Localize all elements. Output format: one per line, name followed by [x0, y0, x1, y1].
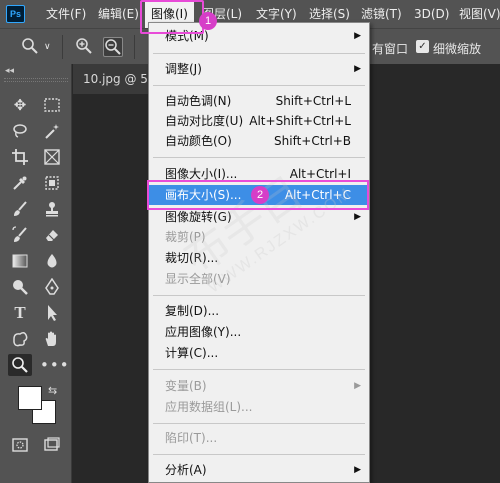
- tools-panel: ◂◂ ✥ T ••• ⇆: [0, 64, 72, 483]
- document-tab[interactable]: 10.jpg @ 5: [73, 64, 153, 94]
- document-tab-title: 10.jpg @ 5: [83, 72, 148, 86]
- menu-item-auto-color[interactable]: 自动颜色(O) Shift+Ctrl+B: [149, 131, 369, 151]
- submenu-arrow-icon: ▶: [354, 381, 361, 391]
- quick-mask-icon[interactable]: [8, 434, 32, 456]
- collapse-panel-icon[interactable]: ◂◂: [5, 66, 14, 76]
- brush-tool-icon[interactable]: [8, 198, 32, 220]
- history-brush-icon[interactable]: [8, 224, 32, 246]
- submenu-arrow-icon: ▶: [354, 465, 361, 475]
- object-selection-icon[interactable]: [40, 172, 64, 194]
- eyedropper-icon[interactable]: [8, 172, 32, 194]
- menu-item-trim[interactable]: 裁切(R)...: [149, 248, 369, 268]
- menu-view[interactable]: 视图(V): [459, 0, 500, 28]
- menu-edit[interactable]: 编辑(E): [98, 0, 139, 28]
- stamp-tool-icon[interactable]: [40, 198, 64, 220]
- zoom-out-icon[interactable]: [103, 37, 123, 57]
- photoshop-logo: Ps: [6, 5, 25, 23]
- zoom-in-icon[interactable]: [74, 37, 94, 57]
- move-tool-icon[interactable]: ✥: [8, 94, 32, 116]
- menu-item-image-size[interactable]: 图像大小(I)... Alt+Ctrl+I: [149, 164, 369, 184]
- hand-tool-icon[interactable]: [40, 328, 64, 350]
- lasso-tool-icon[interactable]: [8, 120, 32, 142]
- more-tools-icon[interactable]: •••: [40, 354, 69, 376]
- gradient-tool-icon[interactable]: [8, 250, 32, 272]
- custom-shape-icon[interactable]: [8, 328, 32, 350]
- resize-windows-label: 有窗口: [372, 42, 409, 56]
- step1-badge: 1: [199, 12, 217, 30]
- tool-preset-chevron-down-icon[interactable]: ∨: [44, 42, 51, 52]
- dodge-tool-icon[interactable]: [8, 276, 32, 298]
- zoom-tool-icon[interactable]: [20, 37, 40, 57]
- screen-mode-icon[interactable]: [40, 434, 64, 456]
- scrubby-zoom-checkbox[interactable]: ✓: [416, 40, 429, 53]
- menu-item-trap: 陷印(T)...: [165, 431, 218, 445]
- blur-tool-icon[interactable]: [40, 250, 64, 272]
- frame-tool-icon[interactable]: [40, 146, 64, 168]
- path-selection-icon[interactable]: [40, 302, 64, 324]
- type-tool-icon[interactable]: T: [8, 302, 32, 324]
- scrubby-zoom-label: 细微缩放: [433, 42, 482, 56]
- marquee-tool-icon[interactable]: [40, 94, 64, 116]
- pen-tool-icon[interactable]: [40, 276, 64, 298]
- zoom-tool-selected-icon[interactable]: [8, 354, 32, 376]
- menu-item-reveal-all: 显示全部(V): [165, 272, 231, 286]
- panel-grip[interactable]: [4, 78, 68, 82]
- magic-wand-icon[interactable]: [40, 120, 64, 142]
- menu-item-duplicate[interactable]: 复制(D)...: [149, 301, 369, 321]
- menu-item-analysis[interactable]: 分析(A) ▶: [149, 460, 369, 480]
- swap-colors-icon[interactable]: ⇆: [48, 384, 57, 397]
- submenu-arrow-icon: ▶: [354, 212, 361, 222]
- menu-item-auto-tone[interactable]: 自动色调(N) Shift+Ctrl+L: [149, 91, 369, 111]
- foreground-color-swatch[interactable]: [18, 386, 42, 410]
- crop-tool-icon[interactable]: [8, 146, 32, 168]
- menu-item-apply-image[interactable]: 应用图像(Y)...: [149, 322, 369, 342]
- menu-3d[interactable]: 3D(D): [414, 0, 449, 28]
- menu-item-calculations[interactable]: 计算(C)...: [149, 343, 369, 363]
- menu-item-image-rotation[interactable]: 图像旋转(G) ▶: [149, 207, 369, 227]
- eraser-icon[interactable]: [40, 224, 64, 246]
- menu-item-variables: 变量(B) ▶: [149, 376, 369, 396]
- menu-item-apply-data-set: 应用数据组(L)...: [165, 400, 253, 414]
- menu-item-crop: 裁剪(P): [165, 230, 206, 244]
- menu-item-mode[interactable]: 模式(M) ▶: [149, 26, 369, 46]
- submenu-arrow-icon: ▶: [354, 31, 361, 41]
- menu-item-auto-contrast[interactable]: 自动对比度(U) Alt+Shift+Ctrl+L: [149, 111, 369, 131]
- image-menu-dropdown: 模式(M) ▶ 调整(J) ▶ 自动色调(N) Shift+Ctrl+L 自动对…: [148, 22, 370, 483]
- submenu-arrow-icon: ▶: [354, 64, 361, 74]
- menu-file[interactable]: 文件(F): [46, 0, 86, 28]
- menu-item-adjustments[interactable]: 调整(J) ▶: [149, 59, 369, 79]
- step2-badge: 2: [251, 186, 269, 204]
